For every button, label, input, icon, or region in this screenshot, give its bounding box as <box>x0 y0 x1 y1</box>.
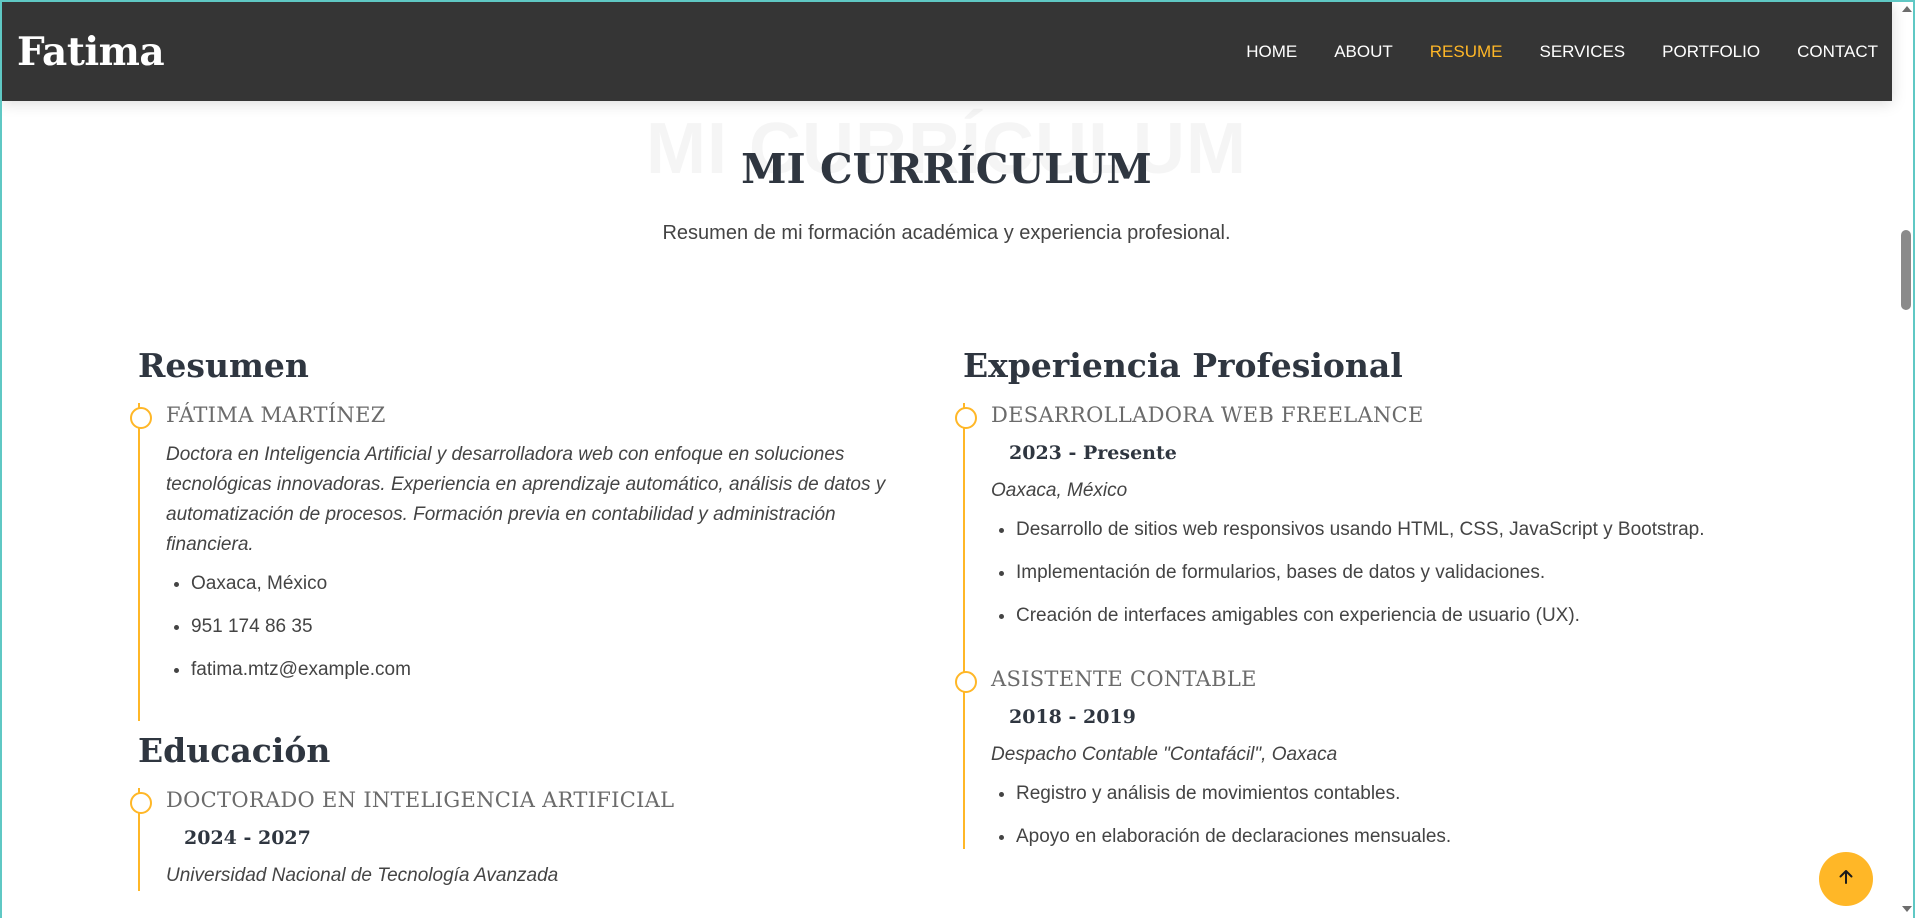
job-task: Creación de interfaces amigables con exp… <box>1016 604 1813 628</box>
detail-location: Oaxaca, México <box>191 572 928 596</box>
resumen-item: FÁTIMA MARTÍNEZ Doctora en Inteligencia … <box>130 403 928 722</box>
job-task: Registro y análisis de movimientos conta… <box>1016 782 1813 806</box>
education-years: 2024 - 2027 <box>184 827 311 850</box>
resumen-bio: Doctora en Inteligencia Artificial y des… <box>166 444 886 556</box>
back-to-top-button[interactable] <box>1819 852 1873 906</box>
job-task: Implementación de formularios, bases de … <box>1016 561 1813 585</box>
section-title: MI CURRÍCULUM <box>741 145 1152 193</box>
job-role: DESARROLLADORA WEB FREELANCE <box>991 403 1424 427</box>
nav-resume[interactable]: RESUME <box>1430 42 1503 62</box>
nav-services[interactable]: SERVICES <box>1539 42 1625 62</box>
page-scrollbar[interactable] <box>1901 230 1911 310</box>
education-degree: DOCTORADO EN INTELIGENCIA ARTIFICIAL <box>166 788 675 813</box>
scroll-up-arrow-icon[interactable] <box>1902 6 1912 12</box>
site-header: Fatima HOME ABOUT RESUME SERVICES PORTFO… <box>2 2 1892 101</box>
resumen-details: Oaxaca, México 951 174 86 35 fatima.mtz@… <box>166 572 928 682</box>
job-place: Oaxaca, México <box>991 480 1128 502</box>
educacion-item: DOCTORADO EN INTELIGENCIA ARTIFICIAL 202… <box>130 788 928 892</box>
scroll-down-arrow-icon[interactable] <box>1902 906 1912 912</box>
resumen-name: FÁTIMA MARTÍNEZ <box>166 403 386 427</box>
education-school: Universidad Nacional de Tecnología Avanz… <box>166 865 559 887</box>
detail-phone: 951 174 86 35 <box>191 615 928 639</box>
job-tasks: Registro y análisis de movimientos conta… <box>991 782 1813 849</box>
job-place: Despacho Contable "Contafácil", Oaxaca <box>991 744 1338 766</box>
nav-contact[interactable]: CONTACT <box>1797 42 1878 62</box>
resume-right-column: Experiencia Profesional DESARROLLADORA W… <box>955 346 1813 868</box>
experience-item: DESARROLLADORA WEB FREELANCE 2023 - Pres… <box>955 403 1813 668</box>
job-years: 2023 - Presente <box>1009 442 1177 465</box>
job-role: ASISTENTE CONTABLE <box>991 667 1257 692</box>
nav-home[interactable]: HOME <box>1246 42 1297 62</box>
job-tasks: Desarrollo de sitios web responsivos usa… <box>991 518 1813 628</box>
nav-about[interactable]: ABOUT <box>1334 42 1393 62</box>
section-subtitle: Resumen de mi formación académica y expe… <box>662 222 1231 244</box>
resume-left-column: Resumen FÁTIMA MARTÍNEZ Doctora en Intel… <box>130 346 928 903</box>
section-title-block: MI CURRÍCULUM MI CURRÍCULUM Resumen de m… <box>0 105 1893 244</box>
resumen-heading: Resumen <box>138 346 309 385</box>
detail-email: fatima.mtz@example.com <box>191 658 928 682</box>
job-task: Apoyo en elaboración de declaraciones me… <box>1016 825 1813 849</box>
experience-heading: Experiencia Profesional <box>963 346 1403 385</box>
educacion-heading: Educación <box>138 731 331 771</box>
nav-portfolio[interactable]: PORTFOLIO <box>1662 42 1760 62</box>
experience-item: ASISTENTE CONTABLE 2018 - 2019 Despacho … <box>955 667 1813 850</box>
main-nav: HOME ABOUT RESUME SERVICES PORTFOLIO CON… <box>1209 42 1878 62</box>
arrow-up-icon <box>1837 868 1855 891</box>
job-task: Desarrollo de sitios web responsivos usa… <box>1016 518 1813 542</box>
site-logo[interactable]: Fatima <box>17 29 165 75</box>
job-years: 2018 - 2019 <box>1009 706 1136 729</box>
